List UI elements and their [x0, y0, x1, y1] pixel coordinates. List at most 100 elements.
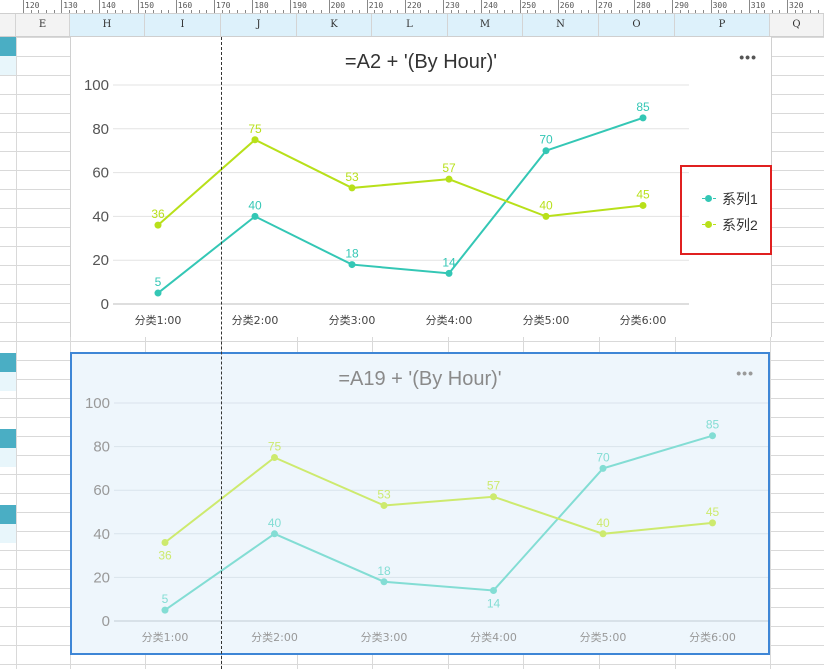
ruler-subtick [657, 10, 659, 13]
series-1-point [348, 261, 356, 269]
column-header-cell[interactable] [0, 14, 16, 36]
y-tick-label: 100 [85, 395, 110, 412]
x-tick-label: 分类1:00 [135, 313, 182, 327]
series-2-point [490, 493, 497, 501]
ruler-subtick [702, 10, 704, 13]
ruler-tick [252, 0, 254, 13]
column-header-cell[interactable]: L [372, 14, 448, 36]
series-2-point [251, 136, 259, 144]
ruler-subtick [336, 10, 338, 13]
series-1-point [709, 432, 716, 440]
ruler-subtick [733, 10, 735, 13]
ruler-tick [366, 0, 368, 13]
data-label: 40 [539, 198, 553, 212]
series-2-point [348, 184, 356, 192]
series-2-point [271, 454, 278, 461]
row-marker [0, 37, 16, 56]
ruler-subtick [741, 10, 743, 13]
ruler-subtick [145, 10, 147, 13]
chart-hourly-a19-selected[interactable]: =A19 + '(By Hour)' ••• 0 20 40 60 80 100 分类1:0… [70, 352, 770, 655]
dashed-guide-line [221, 37, 222, 669]
chart-hourly-a2[interactable]: =A2 + '(By Hour)' ••• 0 20 40 60 80 100 分类1:00… [70, 37, 772, 337]
column-header-cell[interactable]: E [16, 14, 70, 36]
ruler-subtick [152, 10, 154, 13]
ruler-subtick [229, 10, 231, 13]
ruler-label: 290 [674, 1, 689, 10]
ruler-subtick [466, 10, 468, 13]
y-tick-label: 0 [102, 613, 110, 630]
ruler-subtick [473, 10, 475, 13]
ruler-subtick [764, 10, 766, 13]
ruler-subtick [359, 10, 361, 13]
series-2-point [709, 519, 716, 527]
data-label: 14 [442, 255, 456, 269]
data-label: 18 [345, 247, 359, 261]
y-tick-label: 40 [93, 526, 110, 543]
ruler-label: 230 [445, 1, 460, 10]
ruler-subtick [198, 10, 200, 13]
legend-item-series2[interactable]: 系列2 [702, 215, 758, 235]
ruler-tick [672, 0, 674, 13]
ruler-tick [99, 0, 101, 13]
ruler-subtick [259, 10, 261, 13]
data-label: 57 [442, 161, 456, 175]
ruler-subtick [603, 10, 605, 13]
y-tick-label: 20 [93, 569, 110, 586]
ruler-subtick [129, 10, 131, 13]
column-header-cell[interactable]: M [448, 14, 523, 36]
column-header-cell[interactable]: N [523, 14, 599, 36]
ruler-subtick [313, 10, 315, 13]
ruler-label: 280 [636, 1, 651, 10]
series-1-point [380, 578, 388, 586]
ruler-subtick [160, 10, 162, 13]
column-header-cell[interactable]: I [145, 14, 221, 36]
ruler-subtick [618, 10, 620, 13]
ruler-tick [23, 0, 24, 13]
ruler-subtick [122, 10, 124, 13]
y-tick-label: 0 [101, 296, 109, 313]
series-1-line [164, 434, 713, 611]
ruler-subtick [45, 10, 47, 13]
data-label: 45 [636, 187, 650, 201]
legend-item-series1[interactable]: 系列1 [702, 189, 758, 209]
row-marker [0, 448, 16, 467]
row-marker [0, 505, 16, 524]
ruler-subtick [695, 10, 697, 13]
y-tick-label: 80 [92, 121, 109, 138]
ruler-subtick [305, 10, 307, 13]
ruler-subtick [351, 10, 353, 13]
x-tick-label: 分类1:00 [142, 630, 189, 644]
ruler-subtick [573, 10, 575, 13]
series-1-point [445, 269, 453, 277]
chart-legend[interactable]: 系列1 系列2 [680, 165, 772, 255]
ruler-label: 120 [25, 1, 40, 10]
x-tick-label: 分类4:00 [470, 630, 517, 644]
data-label: 36 [151, 207, 165, 221]
series-2-line [157, 138, 644, 226]
column-header-cell[interactable]: K [297, 14, 372, 36]
ruler-subtick [779, 10, 781, 13]
y-tick-label: 40 [92, 208, 109, 225]
ruler-subtick [38, 10, 40, 13]
column-header-cell[interactable]: H [70, 14, 145, 36]
ruler-label: 250 [521, 1, 537, 10]
data-label: 40 [268, 516, 282, 530]
ruler-tick [596, 0, 597, 13]
ruler-tick [214, 0, 215, 13]
column-header-cell[interactable]: Q [770, 14, 824, 36]
ruler-subtick [534, 10, 536, 13]
column-header-cell[interactable]: P [675, 14, 770, 36]
ruler-subtick [320, 10, 322, 13]
column-header-cell[interactable]: J [221, 14, 297, 36]
ruler: 120 130 140 150 160 170 180 190 200 210 220 230 240 2… [0, 0, 824, 14]
ruler-tick [328, 0, 330, 13]
ruler-label: 140 [101, 1, 116, 10]
ruler-label: 160 [177, 1, 193, 10]
row-marker [0, 372, 16, 391]
ruler-subtick [580, 10, 582, 13]
ruler-label: 320 [789, 1, 804, 10]
series-1-point [599, 464, 607, 472]
column-header-cell[interactable]: O [599, 14, 675, 36]
row-marker [0, 524, 16, 543]
data-label: 5 [155, 275, 162, 289]
